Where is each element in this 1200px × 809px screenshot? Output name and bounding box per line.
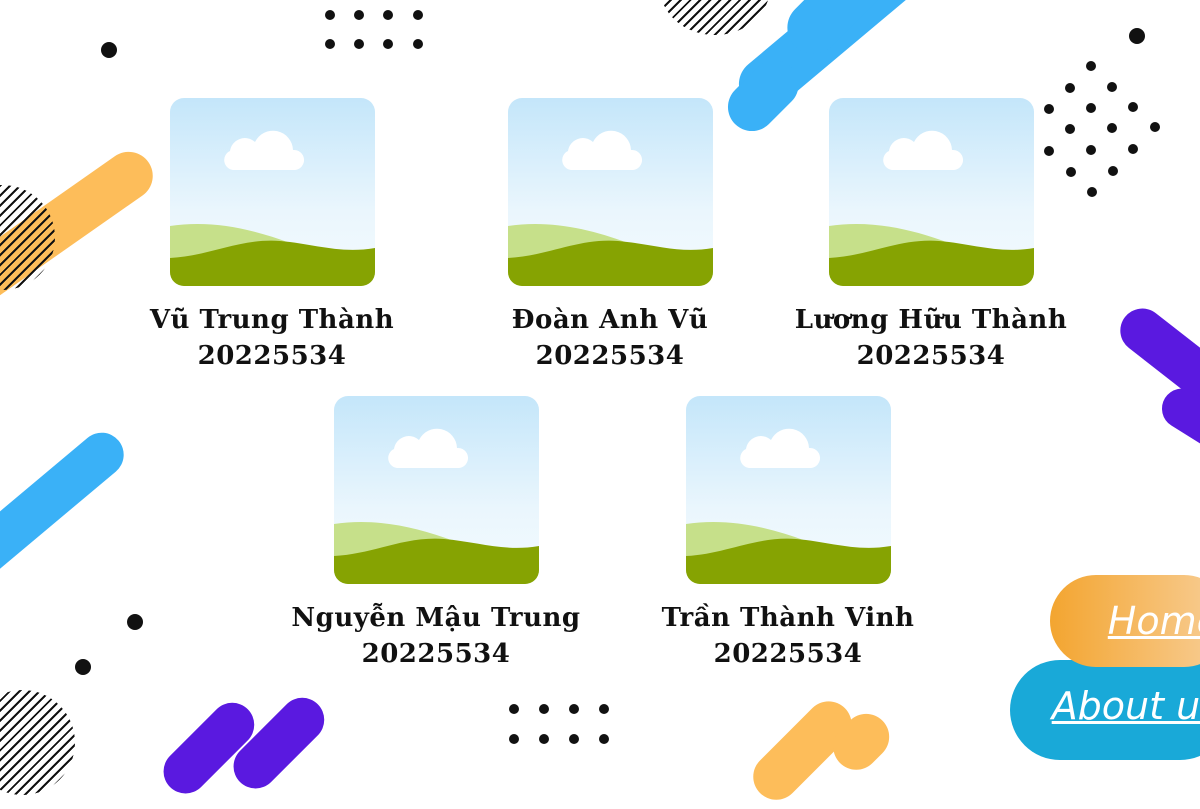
dot (325, 39, 335, 49)
landscape-placeholder-icon (828, 98, 1034, 286)
dot (509, 704, 519, 714)
dot (1107, 82, 1117, 92)
dot (325, 10, 335, 20)
dot (354, 39, 364, 49)
dot (539, 734, 549, 744)
dot (383, 10, 393, 20)
dot (354, 10, 364, 20)
hatched-circle-top (660, 0, 770, 35)
member-student-id: 20225534 (361, 639, 511, 669)
big-dot (101, 42, 117, 58)
big-dot (75, 659, 91, 675)
landscape-placeholder-icon (169, 98, 375, 286)
dot (599, 704, 609, 714)
dot (1086, 145, 1096, 155)
dot (599, 734, 609, 744)
dot (569, 704, 579, 714)
member-name: Trần Thành Vinh (661, 603, 915, 633)
dot (1065, 83, 1075, 93)
member-card: Trần Thành Vinh 20225534 (638, 396, 938, 672)
member-student-id: 20225534 (197, 341, 347, 371)
big-dot (127, 614, 143, 630)
dot (1086, 61, 1096, 71)
dot (1128, 144, 1138, 154)
big-dot (1129, 28, 1145, 44)
member-student-id: 20225534 (713, 639, 863, 669)
member-card: Đoàn Anh Vũ 20225534 (460, 98, 760, 374)
member-name: Đoàn Anh Vũ (511, 305, 709, 335)
dot (1087, 187, 1097, 197)
member-name: Vũ Trung Thành (149, 305, 395, 335)
landscape-placeholder-icon (507, 98, 713, 286)
member-name: Nguyễn Mậu Trung (291, 603, 581, 633)
hatched-circle-left (0, 185, 55, 290)
dot (539, 704, 549, 714)
member-student-id: 20225534 (535, 341, 685, 371)
member-card: Nguyễn Mậu Trung 20225534 (286, 396, 586, 672)
home-button[interactable]: Home (1050, 575, 1200, 667)
hatched-circle-bottom-left (0, 690, 75, 795)
dot (1107, 123, 1117, 133)
dot (413, 10, 423, 20)
member-student-id: 20225534 (856, 341, 1006, 371)
dot (1086, 103, 1096, 113)
dot (413, 39, 423, 49)
dot (509, 734, 519, 744)
member-card: Vũ Trung Thành 20225534 (122, 98, 422, 374)
member-card: Lương Hữu Thành 20225534 (781, 98, 1081, 374)
member-name: Lương Hữu Thành (794, 305, 1068, 335)
landscape-placeholder-icon (685, 396, 891, 584)
dot (1150, 122, 1160, 132)
dot (569, 734, 579, 744)
dot (1128, 102, 1138, 112)
dot (1108, 166, 1118, 176)
purple-pill-right-2 (1154, 381, 1200, 463)
about-us-button[interactable]: About us (1010, 660, 1200, 760)
landscape-placeholder-icon (333, 396, 539, 584)
blue-pill-left (0, 423, 133, 599)
dot (383, 39, 393, 49)
